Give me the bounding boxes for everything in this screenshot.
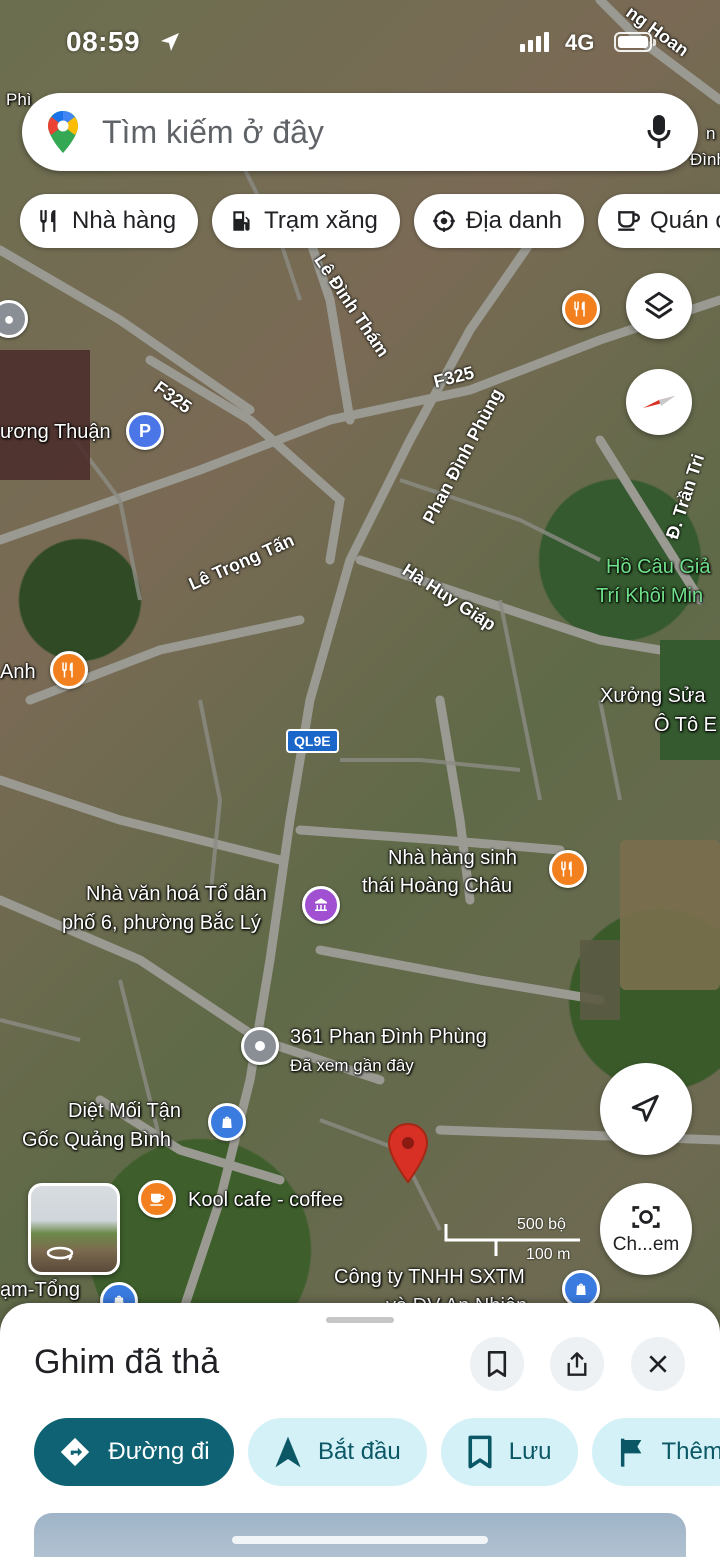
place-label-xuong-sua[interactable]: Xưởng Sửa bbox=[600, 684, 706, 708]
action-label: Thêm bbox=[661, 1438, 720, 1465]
chip-landmarks[interactable]: Địa danh bbox=[413, 194, 584, 248]
navigation-arrow-icon bbox=[631, 1094, 659, 1122]
share-icon bbox=[567, 1352, 587, 1376]
highway-shield-ql9e: QL9E bbox=[286, 729, 339, 753]
lens-button-label: Ch...em bbox=[612, 1234, 680, 1255]
restaurant-poi-icon[interactable] bbox=[562, 290, 600, 328]
place-label-nha-hang[interactable]: thái Hoàng Châu bbox=[362, 874, 512, 898]
place-label-nha-van-hoa[interactable]: phố 6, phường Bắc Lý bbox=[62, 911, 261, 935]
place-label-anh[interactable]: Anh bbox=[0, 660, 36, 684]
layers-button[interactable] bbox=[626, 273, 692, 339]
recent-location-icon[interactable] bbox=[241, 1027, 279, 1065]
search-input[interactable]: Tìm kiếm ở đây bbox=[102, 114, 646, 151]
gas-station-icon bbox=[228, 207, 256, 235]
rotate-360-icon bbox=[46, 1246, 74, 1261]
chip-coffee[interactable]: Quán c bbox=[597, 194, 720, 248]
navigation-arrow-icon bbox=[274, 1435, 302, 1469]
shopping-bag-icon[interactable] bbox=[208, 1103, 246, 1141]
sheet-title: Ghim đã thả bbox=[34, 1343, 220, 1381]
chip-label: Trạm xăng bbox=[264, 207, 378, 234]
lens-button[interactable]: Ch...em bbox=[600, 1183, 692, 1275]
place-label-nha-hang[interactable]: Nhà hàng sinh bbox=[388, 846, 517, 870]
place-label-ho-cau[interactable]: Hồ Câu Giả bbox=[606, 555, 711, 579]
close-icon bbox=[649, 1355, 667, 1373]
place-sheet[interactable]: Ghim đã thả Đường đi Bắt đầu Lưu Thêm bbox=[0, 1303, 720, 1557]
action-label: Bắt đầu bbox=[318, 1438, 401, 1465]
location-arrow-icon bbox=[161, 33, 179, 51]
chip-label: Quán c bbox=[649, 207, 720, 234]
compass-icon bbox=[643, 396, 675, 408]
start-button[interactable]: Bắt đầu bbox=[248, 1418, 427, 1486]
place-label-recent: Đã xem gần đây bbox=[290, 1056, 414, 1075]
home-indicator[interactable] bbox=[232, 1536, 488, 1544]
place-label-ho-cau[interactable]: Trí Khôi Min bbox=[596, 584, 703, 608]
bookmark-icon bbox=[467, 1435, 493, 1469]
microphone-icon[interactable] bbox=[646, 114, 672, 150]
chip-restaurants[interactable]: Nhà hàng bbox=[20, 194, 199, 248]
clock: 08:59 bbox=[66, 26, 141, 57]
scale-metric: 100 m bbox=[526, 1246, 571, 1263]
cafe-poi-icon[interactable] bbox=[138, 1180, 176, 1218]
share-button[interactable] bbox=[550, 1337, 604, 1391]
parking-icon[interactable]: P bbox=[126, 412, 164, 450]
sheet-grabber[interactable] bbox=[326, 1317, 394, 1323]
action-buttons: Đường đi Bắt đầu Lưu Thêm bbox=[34, 1418, 720, 1486]
coffee-icon bbox=[614, 207, 642, 235]
save-action-button[interactable]: Lưu bbox=[440, 1418, 578, 1486]
scale-imperial: 500 bộ bbox=[517, 1216, 566, 1233]
compass-button[interactable] bbox=[626, 369, 692, 435]
place-label-tuong-thuan[interactable]: ương Thuận bbox=[0, 420, 111, 444]
flag-icon bbox=[618, 1436, 646, 1468]
place-label: Phì bbox=[6, 90, 32, 109]
fork-knife-icon bbox=[36, 207, 64, 235]
place-label-am-tong[interactable]: ạm-Tổng bbox=[0, 1278, 80, 1302]
chip-label: Nhà hàng bbox=[72, 207, 177, 234]
layers-icon bbox=[644, 291, 674, 319]
place-label-address[interactable]: 361 Phan Đình Phùng bbox=[290, 1025, 487, 1049]
status-bar: 08:59 4G bbox=[0, 22, 720, 62]
action-label: Lưu bbox=[508, 1438, 552, 1465]
action-label: Đường đi bbox=[108, 1438, 210, 1465]
place-label-cong-ty[interactable]: Công ty TNHH SXTM bbox=[334, 1265, 525, 1289]
dropped-pin-icon[interactable] bbox=[386, 1122, 430, 1186]
place-label-diet-moi[interactable]: Gốc Quảng Bình bbox=[22, 1128, 171, 1152]
place-label-xuong-sua[interactable]: Ô Tô E bbox=[654, 713, 717, 737]
directions-icon bbox=[58, 1435, 92, 1469]
google-maps-logo-icon bbox=[48, 111, 78, 153]
chip-gas-stations[interactable]: Trạm xăng bbox=[212, 194, 400, 248]
search-bar[interactable]: Tìm kiếm ở đây bbox=[22, 93, 698, 171]
network-type: 4G bbox=[565, 30, 595, 55]
save-button[interactable] bbox=[470, 1337, 524, 1391]
restaurant-poi-icon[interactable] bbox=[50, 651, 88, 689]
directions-button[interactable]: Đường đi bbox=[34, 1418, 234, 1486]
place-label-diet-moi[interactable]: Diệt Mối Tận bbox=[68, 1099, 181, 1123]
category-chips: Nhà hàng Trạm xăng Địa danh Quán c bbox=[20, 194, 720, 248]
place-label-nha-van-hoa[interactable]: Nhà văn hoá Tổ dân bbox=[86, 882, 267, 906]
restaurant-poi-icon[interactable] bbox=[549, 850, 587, 888]
close-button[interactable] bbox=[631, 1337, 685, 1391]
place-label-kool-cafe[interactable]: Kool cafe - coffee bbox=[188, 1188, 343, 1212]
place-photo[interactable] bbox=[34, 1513, 686, 1557]
landmark-icon bbox=[430, 207, 458, 235]
more-button[interactable]: Thêm bbox=[591, 1418, 720, 1486]
place-label: n bbox=[706, 124, 716, 143]
battery-icon bbox=[614, 32, 656, 52]
camera-lens-icon bbox=[632, 1206, 660, 1228]
street-view-thumbnail[interactable] bbox=[28, 1183, 120, 1275]
my-location-button[interactable] bbox=[600, 1063, 692, 1155]
bookmark-icon bbox=[487, 1351, 507, 1377]
place-label: Đình bbox=[690, 150, 720, 169]
chip-label: Địa danh bbox=[465, 207, 562, 234]
landmark-poi-icon[interactable] bbox=[302, 886, 340, 924]
signal-strength-icon bbox=[520, 32, 549, 52]
